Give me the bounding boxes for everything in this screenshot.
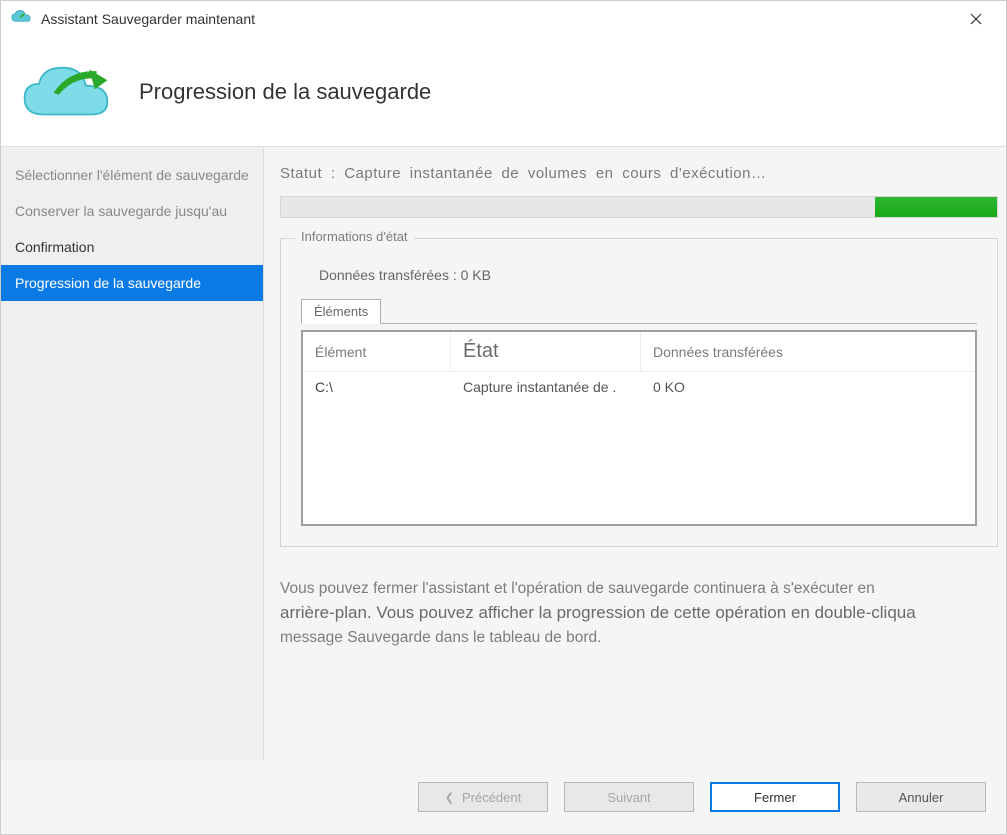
sidebar: Sélectionner l'élément de sauvegarde Con… — [1, 147, 264, 760]
info-line-3: message Sauvegarde dans le tableau de bo… — [280, 629, 601, 646]
button-label: Suivant — [607, 790, 650, 805]
tab-row: Éléments — [301, 299, 977, 324]
window-title: Assistant Sauvegarder maintenant — [41, 11, 956, 27]
progress-fill — [875, 197, 997, 217]
button-label: Annuler — [899, 790, 944, 805]
page-title: Progression de la sauvegarde — [139, 79, 431, 105]
sidebar-item-progress[interactable]: Progression de la sauvegarde — [1, 265, 263, 301]
button-label: Précédent — [462, 790, 521, 805]
status-line: Statut : Capture instantanée de volumes … — [280, 165, 998, 182]
sidebar-item-label: Sélectionner l'élément de sauvegarde — [15, 167, 249, 183]
th-transferred: Données transférées — [641, 332, 975, 371]
chevron-left-icon: ❮ — [445, 791, 454, 804]
button-label: Fermer — [754, 790, 796, 805]
info-line-1: Vous pouvez fermer l'assistant et l'opér… — [280, 580, 875, 597]
sidebar-item-confirmation[interactable]: Confirmation — [1, 229, 263, 265]
td-element: C:\ — [303, 379, 451, 395]
next-button[interactable]: Suivant — [564, 782, 694, 812]
sidebar-item-label: Progression de la sauvegarde — [15, 275, 201, 291]
close-button[interactable]: Fermer — [710, 782, 840, 812]
body: Sélectionner l'élément de sauvegarde Con… — [1, 147, 1006, 760]
header: Progression de la sauvegarde — [1, 37, 1006, 147]
progress-bar — [280, 196, 998, 218]
th-element: Élément — [303, 332, 451, 371]
previous-button[interactable]: ❮ Précédent — [418, 782, 548, 812]
elements-table: Élément État Données transférées C:\ Cap… — [301, 330, 977, 526]
tab-elements[interactable]: Éléments — [301, 299, 381, 324]
td-transferred: 0 KO — [641, 379, 975, 395]
info-line-2: arrière-plan. Vous pouvez afficher la pr… — [280, 603, 916, 622]
table-row[interactable]: C:\ Capture instantanée de . 0 KO — [303, 372, 975, 402]
wizard-window: Assistant Sauvegarder maintenant Progres… — [0, 0, 1007, 835]
sidebar-item-retain[interactable]: Conserver la sauvegarde jusqu'au — [1, 193, 263, 229]
info-text: Vous pouvez fermer l'assistant et l'opér… — [280, 577, 998, 649]
sidebar-item-select[interactable]: Sélectionner l'élément de sauvegarde — [1, 157, 263, 193]
status-text: Capture instantanée de volumes en cours … — [344, 165, 766, 182]
close-icon[interactable] — [956, 4, 996, 34]
td-state: Capture instantanée de . — [451, 379, 641, 395]
content: Statut : Capture instantanée de volumes … — [264, 147, 1006, 760]
sidebar-item-label: Conserver la sauvegarde jusqu'au — [15, 203, 227, 219]
data-transferred-label: Données transférées : 0 KB — [319, 267, 977, 283]
status-prefix: Statut : — [280, 165, 336, 182]
state-fieldset: Informations d'état Données transférées … — [280, 238, 998, 547]
footer: ❮ Précédent Suivant Fermer Annuler — [1, 760, 1006, 834]
cancel-button[interactable]: Annuler — [856, 782, 986, 812]
titlebar: Assistant Sauvegarder maintenant — [1, 1, 1006, 37]
table-header: Élément État Données transférées — [303, 332, 975, 372]
app-cloud-icon — [11, 9, 31, 29]
sidebar-item-label: Confirmation — [15, 239, 94, 255]
fieldset-legend: Informations d'état — [295, 229, 414, 244]
th-state: État — [451, 332, 641, 371]
cloud-backup-icon — [21, 57, 111, 127]
